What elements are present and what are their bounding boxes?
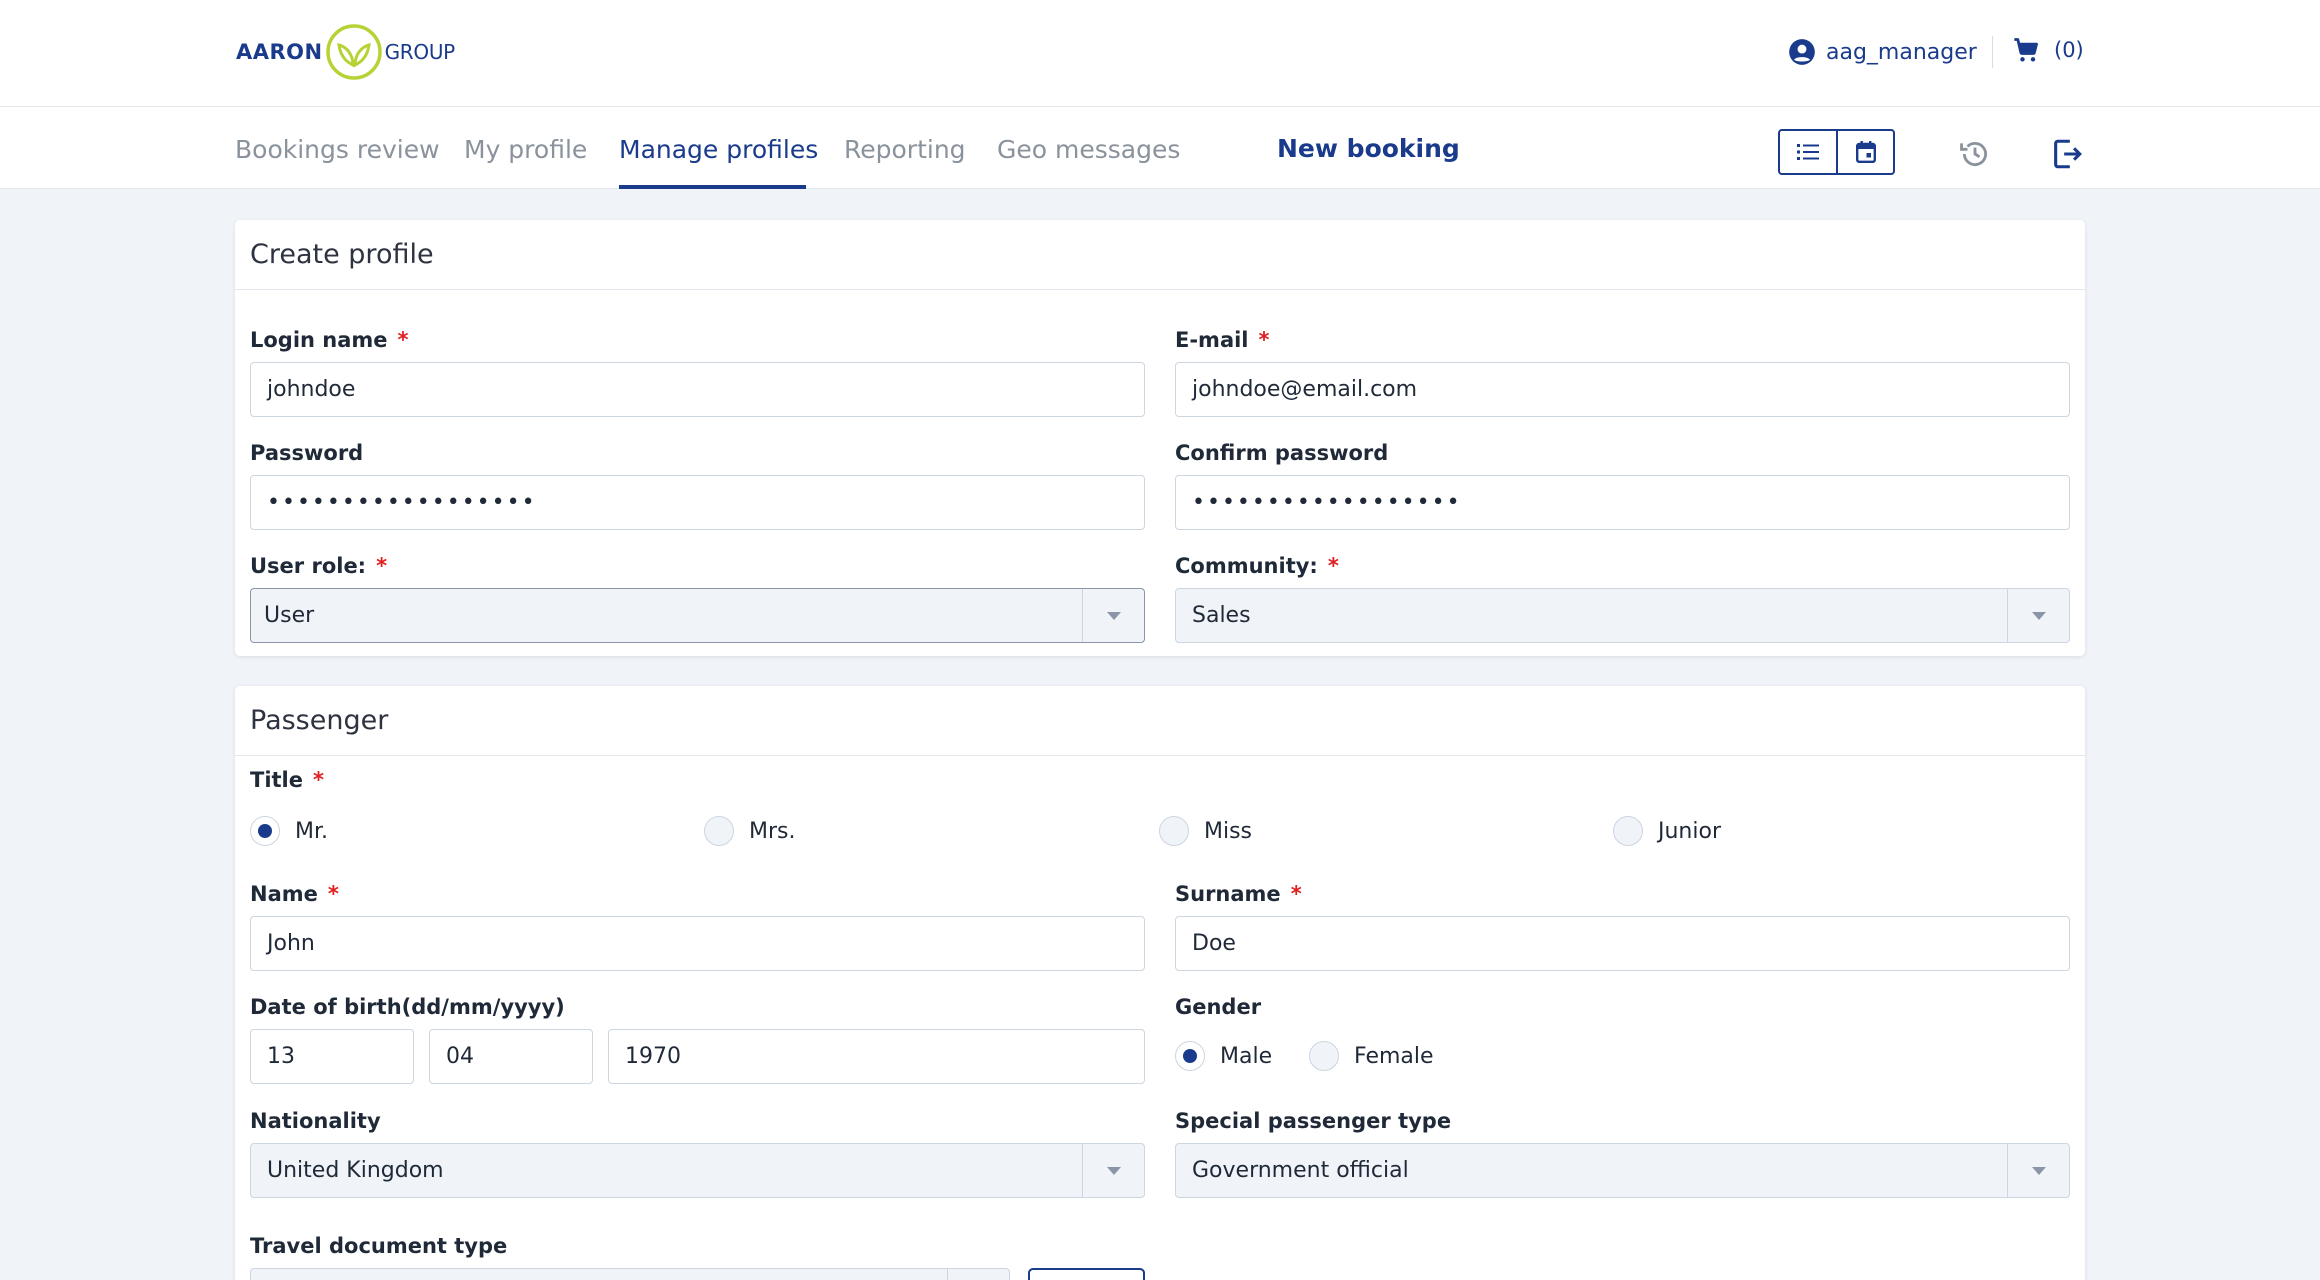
user-role-select[interactable]: User — [250, 588, 1145, 643]
required-marker: * — [1327, 554, 1339, 578]
travel-document-type-label: Travel document type — [250, 1234, 508, 1258]
title-option-label: Mrs. — [749, 818, 796, 844]
logo-text-group: GROUP — [384, 40, 456, 64]
user-role-value: User — [264, 603, 315, 628]
shopping-cart-icon — [2014, 38, 2038, 62]
date-of-birth-label: Date of birth(dd/mm/yyyy) — [250, 995, 565, 1019]
chevron-down-icon — [2007, 1144, 2069, 1197]
chevron-down-icon — [1082, 589, 1144, 642]
title-radio-miss[interactable]: Miss — [1159, 816, 1252, 846]
gender-option-label: Female — [1354, 1043, 1434, 1069]
aaron-group-logo[interactable]: AARON GROUP — [236, 20, 455, 84]
list-view-icon — [1797, 144, 1820, 160]
view-toggle — [1778, 129, 1895, 175]
create-profile-card: Create profile Login name * johndoe E-mai… — [235, 220, 2085, 656]
nationality-value: United Kingdom — [267, 1158, 444, 1183]
tab-geo-messages[interactable]: Geo messages — [997, 135, 1180, 164]
required-marker: * — [397, 328, 409, 352]
chevron-down-icon — [1082, 1144, 1144, 1197]
list-view-button[interactable] — [1780, 131, 1836, 173]
login-name-label: Login name * — [250, 328, 409, 352]
travel-document-type-select[interactable] — [250, 1268, 1010, 1280]
logout-icon — [2054, 139, 2082, 169]
title-option-label: Miss — [1204, 818, 1253, 844]
history-button[interactable] — [1958, 137, 1992, 175]
radio-unselected-icon — [704, 816, 734, 846]
travel-document-action-button[interactable] — [1028, 1268, 1145, 1280]
gender-radio-female[interactable]: Female — [1309, 1041, 1434, 1071]
new-booking-link[interactable]: New booking — [1277, 134, 1460, 163]
user-menu[interactable]: aag_manager — [1788, 38, 1977, 66]
cart-button[interactable]: (0) — [2012, 36, 2084, 64]
title-option-label: Mr. — [295, 818, 328, 844]
login-name-input[interactable]: johndoe — [250, 362, 1145, 417]
history-icon — [1960, 141, 1987, 167]
required-marker: * — [1258, 328, 1270, 352]
dob-day-input[interactable]: 13 — [250, 1029, 414, 1084]
password-input[interactable]: •••••••••••••••••• — [250, 475, 1145, 530]
surname-input[interactable]: Doe — [1175, 916, 2070, 971]
required-marker: * — [313, 768, 324, 792]
logo-leaf-icon — [325, 24, 382, 80]
radio-selected-icon — [250, 816, 280, 846]
gender-option-label: Male — [1220, 1043, 1273, 1069]
community-select[interactable]: Sales — [1175, 588, 2070, 643]
username: aag_manager — [1826, 39, 1977, 65]
name-label: Name * — [250, 882, 339, 906]
nationality-select[interactable]: United Kingdom — [250, 1143, 1145, 1198]
nationality-label: Nationality — [250, 1109, 381, 1133]
gender-radio-male[interactable]: Male — [1175, 1041, 1272, 1071]
name-input[interactable]: John — [250, 916, 1145, 971]
email-label: E-mail * — [1175, 328, 1270, 352]
special-passenger-type-label: Special passenger type — [1175, 1109, 1452, 1133]
top-bar: AARON GROUP aag_manager (0) — [0, 0, 2320, 107]
main-navigation: Bookings review My profile Manage profil… — [0, 107, 2320, 189]
password-label: Password — [250, 441, 364, 465]
logo-text-aaron: AARON — [236, 40, 323, 64]
radio-selected-icon — [1175, 1041, 1205, 1071]
logout-button[interactable] — [2050, 137, 2084, 175]
title-label: Title * — [250, 768, 324, 792]
chevron-down-icon — [2007, 589, 2069, 642]
surname-label: Surname * — [1175, 882, 1302, 906]
tab-manage-profiles[interactable]: Manage profiles — [619, 135, 818, 164]
tab-my-profile[interactable]: My profile — [464, 135, 587, 164]
title-radio-junior[interactable]: Junior — [1613, 816, 1721, 846]
special-passenger-type-value: Government official — [1192, 1158, 1409, 1183]
community-label: Community: * — [1175, 554, 1339, 578]
radio-unselected-icon — [1613, 816, 1643, 846]
special-passenger-type-select[interactable]: Government official — [1175, 1143, 2070, 1198]
community-value: Sales — [1192, 603, 1251, 628]
title-radio-mrs[interactable]: Mrs. — [704, 816, 795, 846]
email-input[interactable]: johndoe@email.com — [1175, 362, 2070, 417]
tab-bookings-review[interactable]: Bookings review — [235, 135, 440, 164]
passenger-card: Passenger Title * Mr. Mrs. Miss Junior Na… — [235, 686, 2085, 1280]
dob-month-input[interactable]: 04 — [429, 1029, 593, 1084]
tab-reporting[interactable]: Reporting — [844, 135, 966, 164]
confirm-password-input[interactable]: •••••••••••••••••• — [1175, 475, 2070, 530]
dob-year-input[interactable]: 1970 — [608, 1029, 1145, 1084]
header-divider — [1992, 36, 1993, 68]
chevron-down-icon — [947, 1269, 1009, 1280]
user-role-label: User role: * — [250, 554, 388, 578]
cart-count: (0) — [2054, 38, 2084, 62]
title-radio-mr[interactable]: Mr. — [250, 816, 328, 846]
required-marker: * — [327, 882, 339, 906]
calendar-view-icon — [1855, 141, 1876, 163]
required-marker: * — [376, 554, 388, 578]
gender-label: Gender — [1175, 995, 1262, 1019]
account-circle-icon — [1789, 39, 1815, 65]
title-option-label: Junior — [1658, 818, 1721, 844]
calendar-view-button[interactable] — [1836, 131, 1893, 173]
create-profile-title: Create profile — [235, 220, 2085, 290]
passenger-title: Passenger — [235, 686, 2085, 756]
required-marker: * — [1290, 882, 1302, 906]
active-tab-indicator — [619, 185, 806, 189]
confirm-password-label: Confirm password — [1175, 441, 1389, 465]
radio-unselected-icon — [1309, 1041, 1339, 1071]
radio-unselected-icon — [1159, 816, 1189, 846]
